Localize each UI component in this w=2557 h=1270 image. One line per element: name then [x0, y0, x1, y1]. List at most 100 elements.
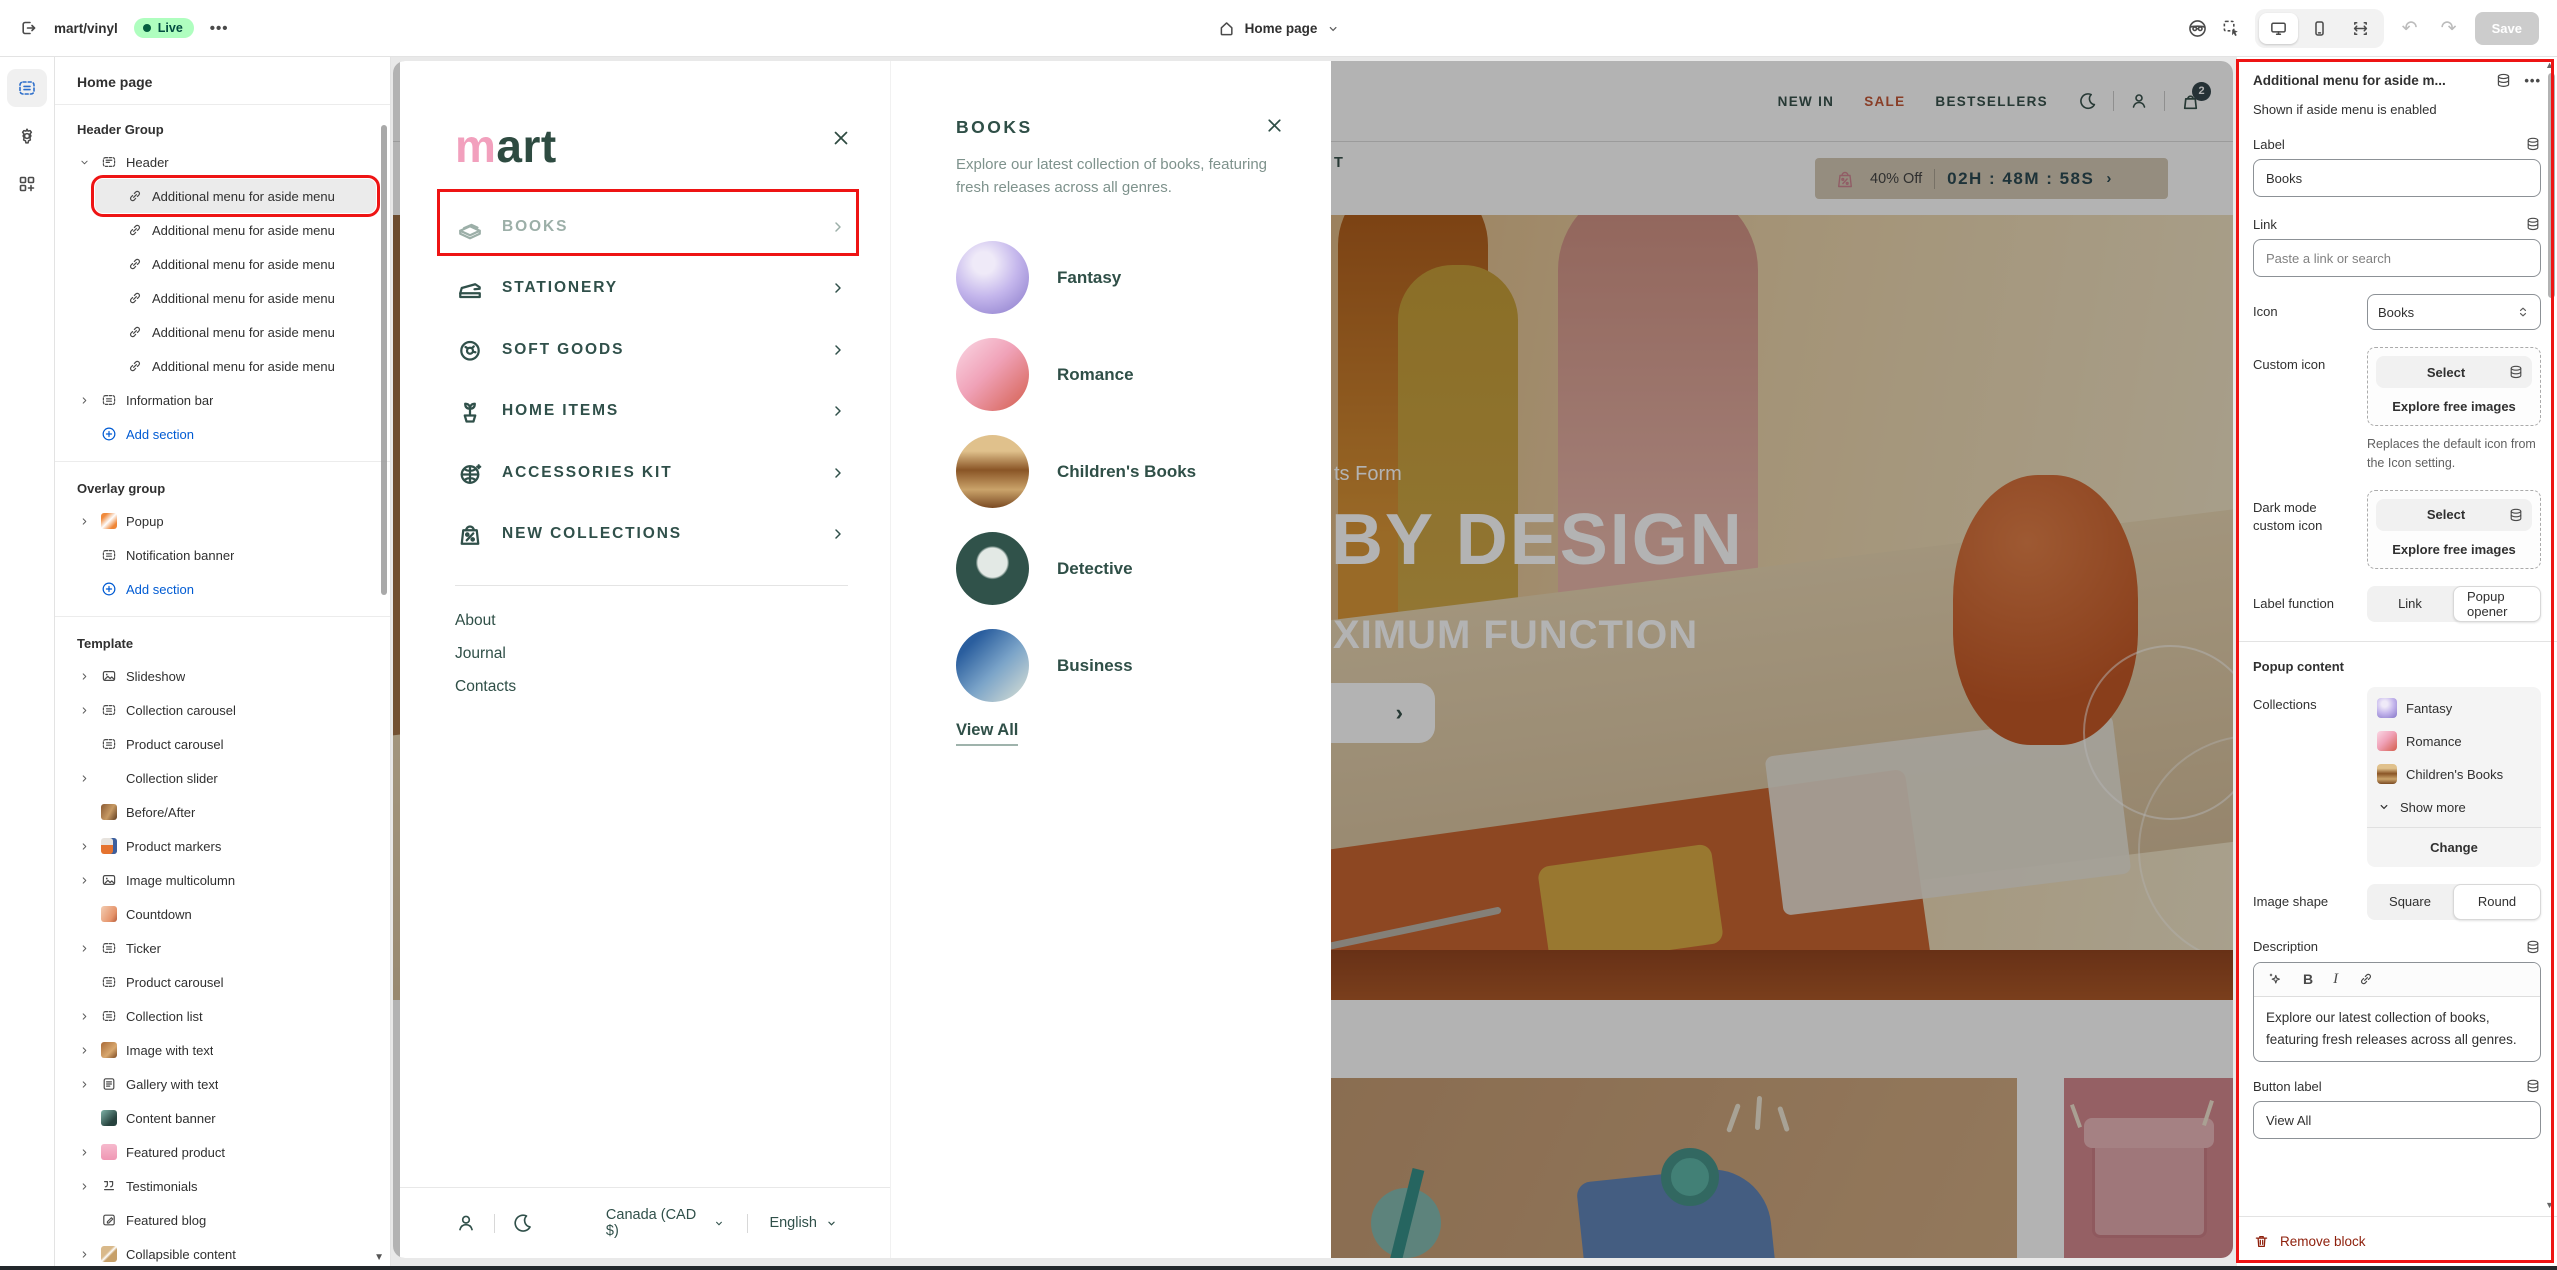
- tree-row-ticker[interactable]: Ticker: [69, 931, 376, 965]
- description-text[interactable]: Explore our latest collection of books, …: [2254, 997, 2540, 1062]
- submenu-collection-detective[interactable]: Detective: [956, 520, 1291, 617]
- chevron-right-icon[interactable]: [77, 704, 92, 717]
- label-function-option-link[interactable]: Link: [2367, 586, 2453, 622]
- tree-row-additional-menu-for-aside-menu[interactable]: Additional menu for aside menu: [95, 281, 376, 315]
- tree-row-additional-menu-for-aside-menu[interactable]: Additional menu for aside menu: [95, 315, 376, 349]
- chevron-right-icon[interactable]: [77, 1010, 92, 1023]
- collections-item-fantasy[interactable]: Fantasy: [2377, 692, 2531, 725]
- redo-icon[interactable]: ↷: [2436, 17, 2462, 40]
- drawer-link-contacts[interactable]: Contacts: [455, 670, 516, 703]
- tree-row-featured-product[interactable]: Featured product: [69, 1135, 376, 1169]
- button-label-input[interactable]: View All: [2253, 1101, 2541, 1139]
- undo-icon[interactable]: ↶: [2397, 17, 2423, 40]
- drawer-menu-item-accessories-kit[interactable]: ACCESSORIES KIT: [455, 442, 848, 504]
- tree-row-information-bar[interactable]: Information bar: [69, 383, 376, 417]
- tree-row-image-multicolumn[interactable]: Image multicolumn: [69, 863, 376, 897]
- drawer-menu-item-books[interactable]: BOOKS: [455, 196, 848, 258]
- tree-row-product-carousel[interactable]: Product carousel: [69, 727, 376, 761]
- tree-row-additional-menu-for-aside-menu[interactable]: Additional menu for aside menu: [95, 247, 376, 281]
- drawer-link-journal[interactable]: Journal: [455, 637, 516, 670]
- show-more-toggle[interactable]: Show more: [2377, 791, 2531, 824]
- drawer-menu-item-soft-goods[interactable]: SOFT GOODS: [455, 319, 848, 381]
- desktop-preview-button[interactable]: [2259, 13, 2298, 44]
- block-more-actions-icon[interactable]: •••: [2524, 73, 2541, 88]
- theme-actions-menu-icon[interactable]: •••: [210, 20, 229, 37]
- country-selector[interactable]: Canada (CAD $): [606, 1207, 725, 1239]
- tree-row-testimonials[interactable]: Testimonials: [69, 1169, 376, 1203]
- tree-row-product-carousel[interactable]: Product carousel: [69, 965, 376, 999]
- tree-row-collection-slider[interactable]: Collection slider: [69, 761, 376, 795]
- drawer-link-about[interactable]: About: [455, 604, 516, 637]
- chevron-right-icon[interactable]: [77, 1078, 92, 1091]
- dynamic-source-icon[interactable]: [2525, 216, 2541, 232]
- tree-row-image-with-text[interactable]: Image with text: [69, 1033, 376, 1067]
- chevron-right-icon[interactable]: [77, 394, 92, 407]
- ai-sparkle-icon[interactable]: [2267, 971, 2283, 987]
- inspector-scroll-up-arrow[interactable]: ▲: [2545, 60, 2554, 70]
- drawer-menu-item-stationery[interactable]: STATIONERY: [455, 258, 848, 320]
- dark-custom-icon-select-button[interactable]: Select: [2376, 499, 2532, 531]
- chevron-right-icon[interactable]: [77, 1044, 92, 1057]
- chevron-down-icon[interactable]: [77, 156, 92, 169]
- submenu-collection-fantasy[interactable]: Fantasy: [956, 229, 1291, 326]
- save-button[interactable]: Save: [2475, 12, 2539, 45]
- mobile-preview-button[interactable]: [2300, 13, 2339, 44]
- chevron-right-icon[interactable]: [77, 1248, 92, 1261]
- dynamic-source-icon[interactable]: [2508, 364, 2524, 380]
- view-all-link[interactable]: View All: [956, 721, 1018, 746]
- chevron-right-icon[interactable]: [77, 874, 92, 887]
- insert-link-icon[interactable]: [2358, 971, 2374, 987]
- drawer-menu-item-new-collections[interactable]: NEW COLLECTIONS: [455, 504, 848, 566]
- image-shape-option-square[interactable]: Square: [2367, 884, 2453, 920]
- drawer-menu-item-home-items[interactable]: HOME ITEMS: [455, 381, 848, 443]
- drawer-account-icon[interactable]: [455, 1212, 477, 1234]
- label-function-option-popup-opener[interactable]: Popup opener: [2453, 586, 2541, 622]
- theme-settings-tab-icon[interactable]: [7, 117, 47, 155]
- inspector-scroll-down-arrow[interactable]: ▼: [2545, 1200, 2554, 1210]
- inspector-scrollbar[interactable]: [2548, 73, 2555, 298]
- italic-icon[interactable]: I: [2333, 971, 2338, 988]
- sidebar-scroll-down-arrow[interactable]: ▼: [374, 1252, 384, 1263]
- drawer-close-icon[interactable]: [830, 127, 852, 149]
- exit-editor-icon[interactable]: [18, 18, 38, 38]
- chevron-right-icon[interactable]: [77, 942, 92, 955]
- chevron-right-icon[interactable]: [77, 1180, 92, 1193]
- custom-icon-dropzone[interactable]: Select Explore free images: [2367, 347, 2541, 426]
- submenu-collection-children-s-books[interactable]: Children's Books: [956, 423, 1291, 520]
- tree-row-popup[interactable]: Popup: [69, 504, 376, 538]
- tree-row-countdown[interactable]: Countdown: [69, 897, 376, 931]
- collections-item-children-s-books[interactable]: Children's Books: [2377, 758, 2531, 791]
- tree-row-featured-blog[interactable]: Featured blog: [69, 1203, 376, 1237]
- tree-row-header[interactable]: Header: [69, 145, 376, 179]
- drawer-darkmode-icon[interactable]: [512, 1212, 534, 1234]
- custom-icon-select-button[interactable]: Select: [2376, 356, 2532, 388]
- select-element-icon[interactable]: [2221, 18, 2242, 39]
- dark-custom-icon-dropzone[interactable]: Select Explore free images: [2367, 490, 2541, 569]
- link-input[interactable]: Paste a link or search: [2253, 239, 2541, 277]
- dynamic-source-icon[interactable]: [2495, 72, 2512, 89]
- remove-block-button[interactable]: Remove block: [2280, 1234, 2366, 1249]
- dynamic-source-icon[interactable]: [2525, 939, 2541, 955]
- submenu-collection-romance[interactable]: Romance: [956, 326, 1291, 423]
- explore-free-images-link[interactable]: Explore free images: [2376, 542, 2532, 557]
- tree-row-collection-carousel[interactable]: Collection carousel: [69, 693, 376, 727]
- tree-row-before-after[interactable]: Before/After: [69, 795, 376, 829]
- tree-row-additional-menu-for-aside-menu[interactable]: Additional menu for aside menu: [95, 179, 376, 213]
- tree-row-additional-menu-for-aside-menu[interactable]: Additional menu for aside menu: [95, 213, 376, 247]
- chevron-right-icon[interactable]: [77, 840, 92, 853]
- image-shape-option-round[interactable]: Round: [2453, 884, 2541, 920]
- app-embeds-tab-icon[interactable]: [7, 165, 47, 203]
- chevron-right-icon[interactable]: [77, 1146, 92, 1159]
- store-logo[interactable]: mart: [455, 119, 557, 173]
- tree-row-product-markers[interactable]: Product markers: [69, 829, 376, 863]
- chevron-right-icon[interactable]: [77, 515, 92, 528]
- add-section-button[interactable]: Add section: [69, 417, 376, 451]
- dynamic-source-icon[interactable]: [2525, 1078, 2541, 1094]
- fullscreen-preview-button[interactable]: [2341, 13, 2380, 44]
- explore-free-images-link[interactable]: Explore free images: [2376, 399, 2532, 414]
- sidebar-scrollbar[interactable]: [381, 125, 387, 595]
- icon-select[interactable]: Books: [2367, 294, 2541, 330]
- add-section-button[interactable]: Add section: [69, 572, 376, 606]
- page-selector[interactable]: Home page: [1217, 0, 1341, 57]
- label-input[interactable]: Books: [2253, 159, 2541, 197]
